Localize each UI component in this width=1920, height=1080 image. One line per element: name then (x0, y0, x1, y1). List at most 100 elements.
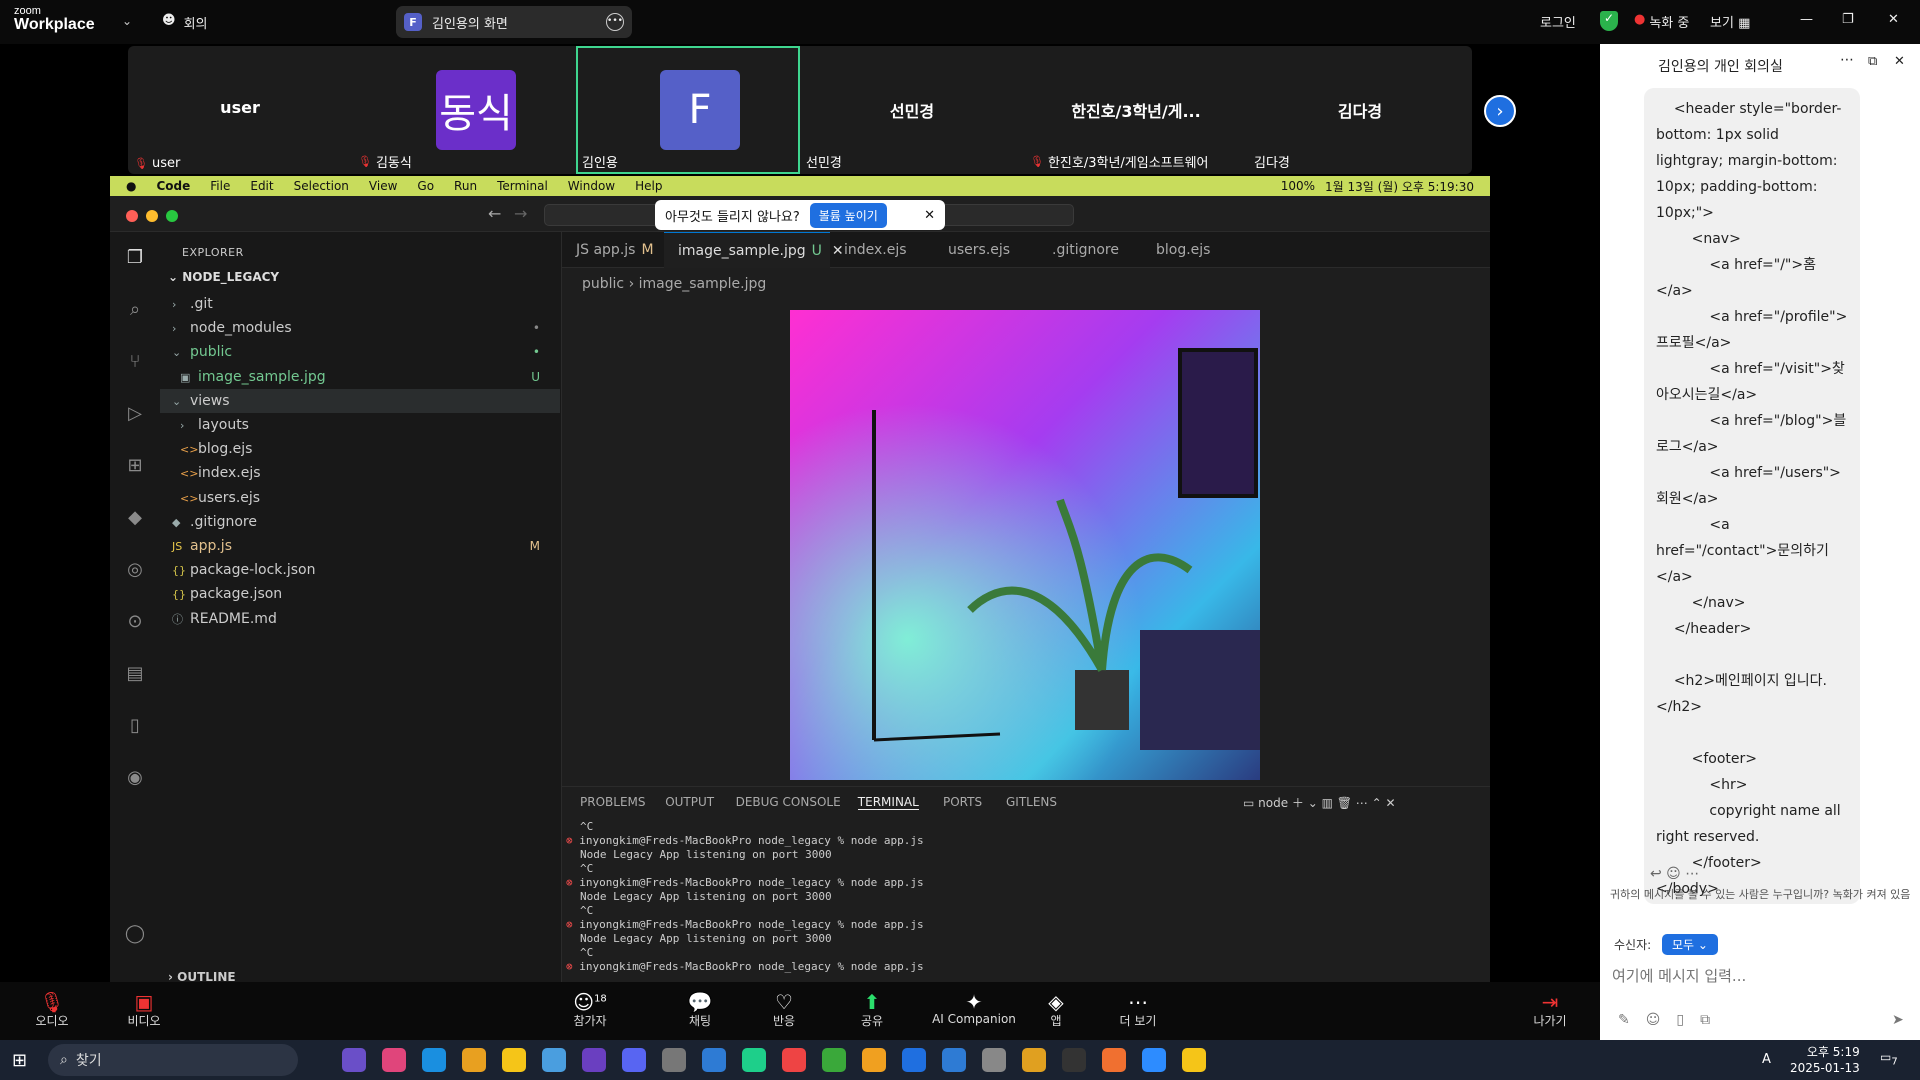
close-icon[interactable]: ✕ (1894, 54, 1905, 69)
taskbar-app-icon[interactable] (1062, 1048, 1086, 1072)
taskbar-app-icon[interactable] (862, 1048, 886, 1072)
taskbar-app-icon[interactable] (422, 1048, 446, 1072)
restore-button[interactable]: ❐ (1842, 12, 1854, 27)
docker-icon[interactable]: ◆ (123, 506, 147, 530)
tree-item[interactable]: ▣ image_sample.jpg U (160, 365, 560, 389)
login-button[interactable]: 로그인 (1540, 12, 1576, 31)
mac-menu-item[interactable]: File (210, 179, 230, 193)
panel-tab[interactable]: DEBUG CONSOLE (736, 795, 841, 809)
visibility-note[interactable]: 귀하의 메시지를 볼 수 있는 사람은 누구입니까? 녹화가 켜져 있음 (1610, 888, 1914, 902)
taskbar-app-icon[interactable] (982, 1048, 1006, 1072)
video-button[interactable]: ▣ 비디오 (104, 990, 184, 1029)
taskbar-app-icon[interactable] (1182, 1048, 1206, 1072)
mac-menu-item[interactable]: Edit (250, 179, 273, 193)
taskbar-search[interactable]: ⌕ 찾기 (48, 1044, 298, 1076)
windows-start-icon[interactable]: ⊞ (12, 1050, 27, 1071)
reply-icon[interactable]: ↩ ☺ ⋯ (1650, 866, 1699, 882)
mac-menu-item[interactable]: Run (454, 179, 477, 193)
ai-companion-button[interactable]: ✦ AI Companion (924, 990, 1024, 1026)
close-icon[interactable]: ✕ (924, 208, 935, 223)
panel-tab[interactable]: PORTS (943, 795, 982, 809)
view-button[interactable]: 보기 ▦ (1710, 12, 1750, 31)
search-icon[interactable]: ⌕ (123, 298, 147, 322)
editor-tab[interactable]: JS app.js M (562, 232, 664, 268)
minimize-button[interactable]: — (1800, 12, 1813, 27)
gitlens-icon[interactable]: ◎ (123, 558, 147, 582)
tree-item[interactable]: ⌄ public • (160, 340, 560, 364)
share-pill[interactable]: F 김인용의 화면 ••• (396, 6, 632, 38)
editor-tab[interactable]: index.ejs (830, 232, 934, 268)
taskbar-app-icon[interactable] (1102, 1048, 1126, 1072)
taskbar-app-icon[interactable] (622, 1048, 646, 1072)
mac-menu-item[interactable]: View (369, 179, 397, 193)
taskbar-app-icon[interactable] (1142, 1048, 1166, 1072)
extensions-icon[interactable]: ⊞ (123, 454, 147, 478)
participant-tile[interactable]: 김다경 김다경 (1248, 46, 1472, 174)
mac-menu-item[interactable]: Help (635, 179, 662, 193)
participant-tile[interactable]: 선민경 선민경 (800, 46, 1024, 174)
breadcrumb-folder[interactable]: public (582, 276, 624, 292)
taskbar-app-icon[interactable] (742, 1048, 766, 1072)
mac-menu-item[interactable]: Code (156, 179, 190, 193)
participant-tile[interactable]: 동식 🎙 김동식 (352, 46, 576, 174)
notification-icon[interactable]: ▭7 (1880, 1050, 1898, 1067)
bookmark-icon[interactable]: ▯ (123, 714, 147, 738)
react-button[interactable]: ♡ 반응 (744, 990, 824, 1029)
run-debug-icon[interactable]: ▷ (123, 402, 147, 426)
tree-item[interactable]: ◆ .gitignore (160, 510, 560, 534)
more-icon[interactable]: ⋯ (1840, 52, 1854, 68)
apple-icon[interactable]: ● (126, 179, 136, 193)
more-icon[interactable]: ••• (606, 13, 624, 31)
panel-icon[interactable]: ▤ (123, 662, 147, 686)
shield-icon[interactable]: ✓ (1600, 11, 1618, 31)
source-control-icon[interactable]: ⑂ (123, 350, 147, 374)
taskbar-app-icon[interactable] (542, 1048, 566, 1072)
breadcrumb-file[interactable]: image_sample.jpg (639, 276, 767, 292)
tree-item[interactable]: {} package-lock.json (160, 558, 560, 582)
editor-tab[interactable]: users.ejs (934, 232, 1038, 268)
taskbar-app-icon[interactable] (782, 1048, 806, 1072)
taskbar-app-icon[interactable] (502, 1048, 526, 1072)
tree-item[interactable]: › .git (160, 292, 560, 316)
taskbar-app-icon[interactable] (342, 1048, 366, 1072)
tree-item[interactable]: JS app.js M (160, 534, 560, 558)
share-button[interactable]: ⬆ 공유 (832, 990, 912, 1029)
panel-tab[interactable]: GITLENS (1006, 795, 1057, 809)
taskbar-app-icon[interactable] (582, 1048, 606, 1072)
tree-item[interactable]: <>users.ejs (160, 486, 560, 510)
minimize-dot[interactable] (146, 210, 158, 222)
popout-icon[interactable]: ⧉ (1868, 54, 1877, 69)
meeting-menu[interactable]: ☻ 회의 (162, 13, 207, 32)
chat-input[interactable] (1612, 962, 1908, 990)
taskbar-app-icon[interactable] (662, 1048, 686, 1072)
taskbar-app-icon[interactable] (1022, 1048, 1046, 1072)
outline-header[interactable]: › OUTLINE (168, 970, 236, 982)
send-icon[interactable]: ➤ (1892, 1012, 1904, 1028)
back-arrow-icon[interactable]: ← (488, 204, 501, 223)
tree-item[interactable]: › node_modules • (160, 316, 560, 340)
panel-tab[interactable]: PROBLEMS (580, 795, 646, 809)
audio-button[interactable]: 🎙 오디오 (12, 990, 92, 1029)
volume-up-button[interactable]: 볼륨 높이기 (809, 202, 887, 228)
recording-indicator[interactable]: ● 녹화 중 (1634, 12, 1689, 31)
mac-menu-item[interactable]: Go (417, 179, 434, 193)
participant-tile[interactable]: F 김인용 (576, 46, 800, 174)
tree-item[interactable]: › layouts (160, 413, 560, 437)
tree-item[interactable]: {} package.json (160, 582, 560, 606)
terminal[interactable]: ^C ⊗ inyongkim@Freds-MacBookPro node_lega… (562, 816, 1490, 982)
panel-tab[interactable]: OUTPUT (665, 795, 714, 809)
close-button[interactable]: ✕ (1888, 12, 1899, 27)
mac-menu-item[interactable]: Terminal (497, 179, 548, 193)
taskbar-app-icon[interactable] (902, 1048, 926, 1072)
terminal-shell[interactable]: ▭ node ＋ ⌄ ▥ 🗑 ⋯ ⌃ ✕ (1243, 794, 1396, 811)
chat-button[interactable]: 💬 채팅 (660, 990, 740, 1029)
tree-item[interactable]: <>blog.ejs (160, 437, 560, 461)
file-icon[interactable]: ▯ (1676, 1012, 1684, 1028)
tree-item[interactable]: ⌄ views (160, 388, 560, 413)
mac-menu-item[interactable]: Window (568, 179, 615, 193)
apps-button[interactable]: ◈ 앱 (1016, 990, 1096, 1029)
editor-tab[interactable]: blog.ejs (1142, 232, 1252, 268)
tree-item[interactable]: ⓘ README.md (160, 607, 560, 631)
remote-icon[interactable]: ⊙ (123, 610, 147, 634)
panel-tab[interactable]: TERMINAL (857, 795, 919, 810)
